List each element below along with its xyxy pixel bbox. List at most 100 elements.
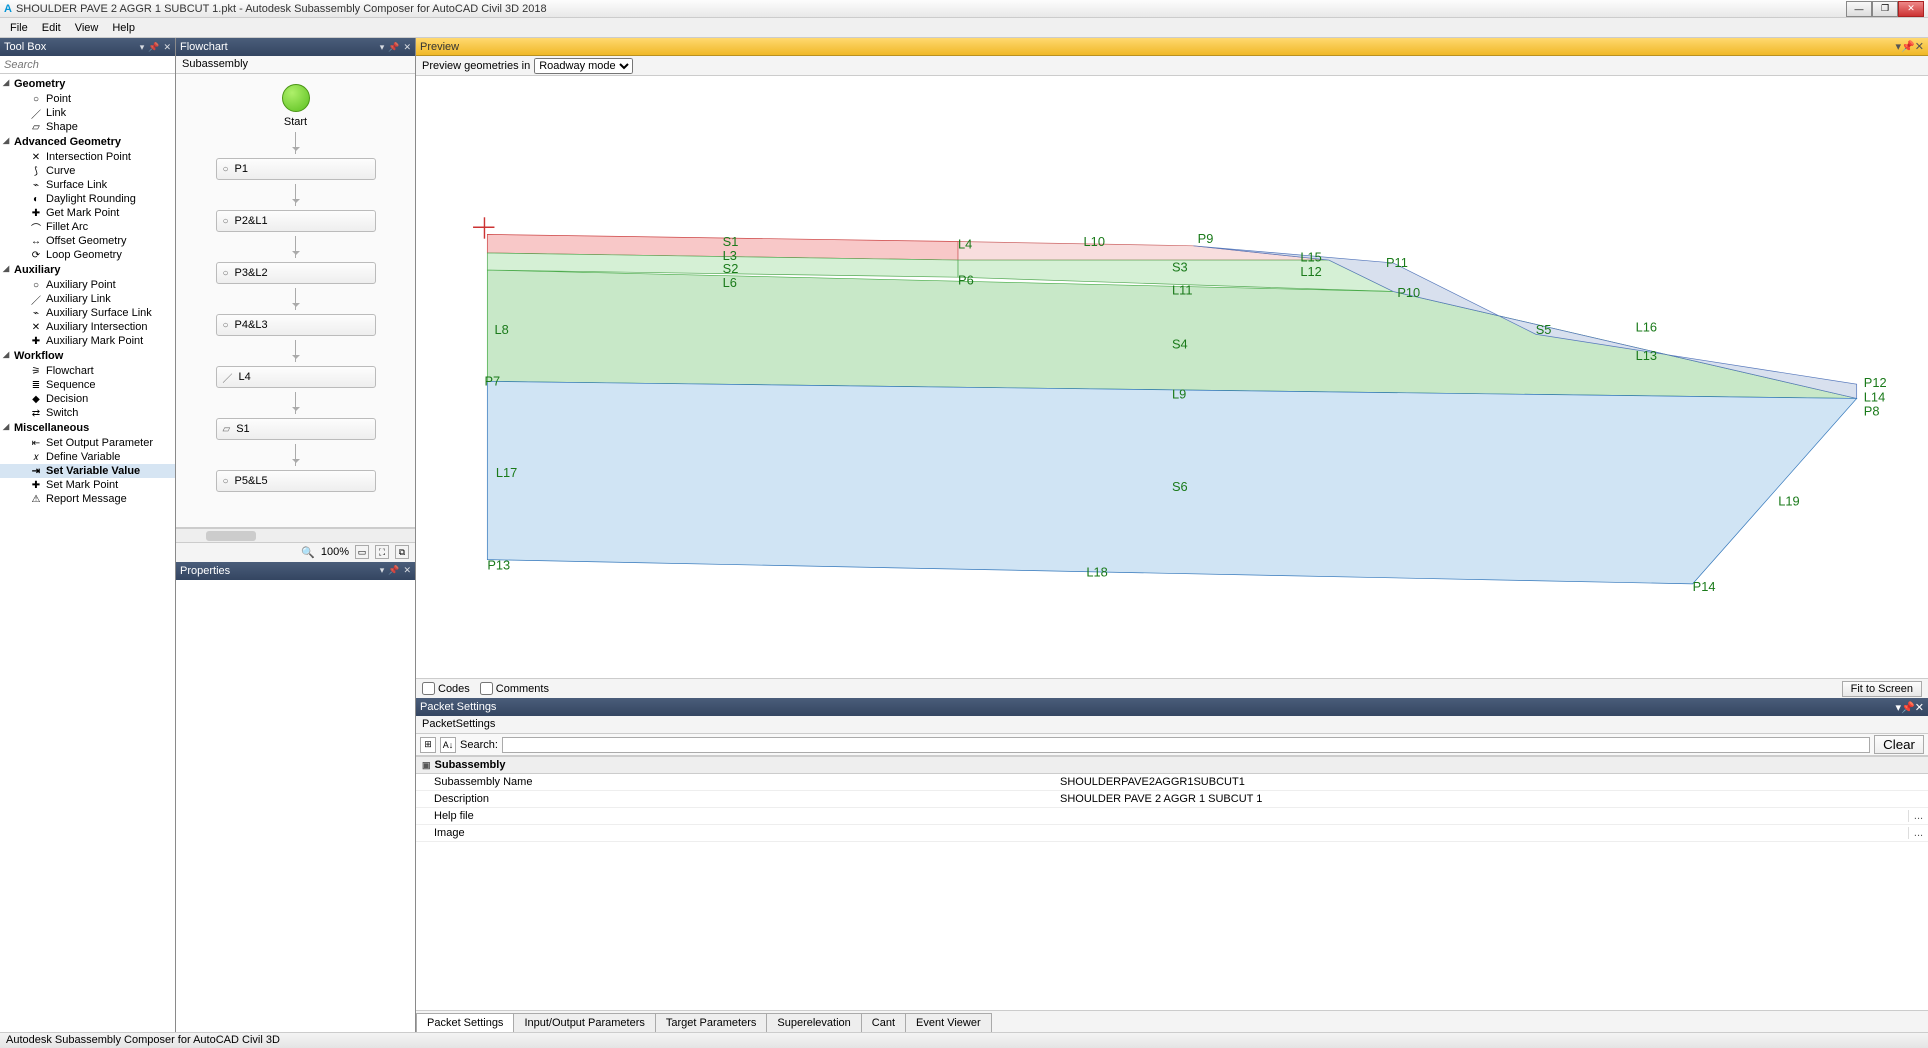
panel-pin-icon[interactable]: 📌 bbox=[148, 42, 159, 53]
toolbox-item[interactable]: ⌁Auxiliary Surface Link bbox=[0, 306, 175, 320]
flowchart-start-node[interactable] bbox=[282, 84, 310, 112]
pin-icon[interactable]: ▾ bbox=[140, 42, 145, 53]
flowchart-canvas[interactable]: Start ○P1○P2&L1○P3&L2○P4&L3／L4▱S1○P5&L5 bbox=[176, 74, 415, 528]
sort-icon[interactable]: A↓ bbox=[440, 737, 456, 753]
tool-label: Sequence bbox=[46, 379, 96, 391]
fit-to-screen-button[interactable]: Fit to Screen bbox=[1842, 681, 1922, 697]
toolbox-item[interactable]: ⟆Curve bbox=[0, 164, 175, 178]
zoom-expand-icon[interactable]: ⛶ bbox=[375, 545, 389, 559]
tab-input-output-parameters[interactable]: Input/Output Parameters bbox=[513, 1013, 655, 1032]
codes-checkbox[interactable]: Codes bbox=[422, 682, 470, 695]
toolbox-item[interactable]: ≣Sequence bbox=[0, 378, 175, 392]
svg-text:L8: L8 bbox=[494, 322, 508, 337]
toolbox-item[interactable]: ⟳Loop Geometry bbox=[0, 248, 175, 262]
toolbox-item[interactable]: ▱Shape bbox=[0, 120, 175, 134]
panel-pin-icon[interactable]: 📌 bbox=[388, 565, 399, 576]
tab-event-viewer[interactable]: Event Viewer bbox=[905, 1013, 992, 1032]
packet-value[interactable]: SHOULDER PAVE 2 AGGR 1 SUBCUT 1 bbox=[1056, 793, 1928, 805]
clear-button[interactable]: Clear bbox=[1874, 735, 1924, 754]
browse-button[interactable]: ... bbox=[1908, 827, 1928, 839]
panel-close-icon[interactable]: ✕ bbox=[1915, 702, 1924, 714]
zoom-collapse-icon[interactable]: ⧉ bbox=[395, 545, 409, 559]
packet-row[interactable]: DescriptionSHOULDER PAVE 2 AGGR 1 SUBCUT… bbox=[416, 791, 1928, 808]
flow-node[interactable]: ○P3&L2 bbox=[216, 262, 376, 284]
toolbox-item[interactable]: 𝑥Define Variable bbox=[0, 450, 175, 464]
toolbox-item[interactable]: ✚Get Mark Point bbox=[0, 206, 175, 220]
toolbox-item[interactable]: ／Link bbox=[0, 106, 175, 120]
flow-node[interactable]: ／L4 bbox=[216, 366, 376, 388]
panel-pin-icon[interactable]: 📌 bbox=[1901, 41, 1915, 53]
tab-packet-settings[interactable]: Packet Settings bbox=[416, 1013, 514, 1032]
categorize-icon[interactable]: ⊞ bbox=[420, 737, 436, 753]
maximize-button[interactable]: ❐ bbox=[1872, 1, 1898, 17]
flow-node[interactable]: ▱S1 bbox=[216, 418, 376, 440]
packet-row[interactable]: Subassembly NameSHOULDERPAVE2AGGR1SUBCUT… bbox=[416, 774, 1928, 791]
toolbox-item[interactable]: ⚠Report Message bbox=[0, 492, 175, 506]
toolbox-item[interactable]: ↔Offset Geometry bbox=[0, 234, 175, 248]
browse-button[interactable]: ... bbox=[1908, 810, 1928, 822]
packet-row[interactable]: Image... bbox=[416, 825, 1928, 842]
flowchart-hscroll[interactable] bbox=[176, 528, 415, 542]
menu-file[interactable]: File bbox=[4, 20, 34, 36]
preview-canvas[interactable]: S1 L3 S2 L6 L4 P6 L10 S3 P9 L15 L12 L11 … bbox=[416, 76, 1928, 678]
panel-pin-icon[interactable]: 📌 bbox=[388, 42, 399, 53]
toolbox-item[interactable]: ✚Auxiliary Mark Point bbox=[0, 334, 175, 348]
toolbox-item[interactable]: ⇤Set Output Parameter bbox=[0, 436, 175, 450]
flowchart-breadcrumb: Subassembly bbox=[176, 56, 415, 74]
toolbox-item[interactable]: ✕Auxiliary Intersection bbox=[0, 320, 175, 334]
zoom-fit-icon[interactable]: ▭ bbox=[355, 545, 369, 559]
pin-icon[interactable]: ▾ bbox=[380, 42, 385, 53]
toolbox-item[interactable]: ⌁Surface Link bbox=[0, 178, 175, 192]
minimize-button[interactable]: — bbox=[1846, 1, 1872, 17]
toolbox-group[interactable]: Workflow bbox=[0, 348, 175, 364]
preview-mode-select[interactable]: Roadway mode bbox=[534, 58, 633, 74]
menu-help[interactable]: Help bbox=[106, 20, 141, 36]
toolbox-item[interactable]: ⚞Flowchart bbox=[0, 364, 175, 378]
tab-cant[interactable]: Cant bbox=[861, 1013, 906, 1032]
svg-text:L12: L12 bbox=[1300, 264, 1321, 279]
tab-target-parameters[interactable]: Target Parameters bbox=[655, 1013, 767, 1032]
toolbox-item[interactable]: ◐Daylight Rounding bbox=[0, 192, 175, 206]
close-button[interactable]: ✕ bbox=[1898, 1, 1924, 17]
toolbox-item[interactable]: ✚Set Mark Point bbox=[0, 478, 175, 492]
toolbox-group[interactable]: Advanced Geometry bbox=[0, 134, 175, 150]
menu-edit[interactable]: Edit bbox=[36, 20, 67, 36]
svg-text:L4: L4 bbox=[958, 237, 972, 252]
toolbox-group[interactable]: Miscellaneous bbox=[0, 420, 175, 436]
flow-node[interactable]: ○P5&L5 bbox=[216, 470, 376, 492]
toolbox-group[interactable]: Geometry bbox=[0, 76, 175, 92]
packet-search-input[interactable] bbox=[502, 737, 1870, 753]
toolbox-item[interactable]: ✕Intersection Point bbox=[0, 150, 175, 164]
panel-close-icon[interactable]: ✕ bbox=[403, 42, 411, 53]
zoom-icon[interactable]: 🔍 bbox=[301, 546, 315, 559]
toolbox-item[interactable]: ⇄Switch bbox=[0, 406, 175, 420]
packet-group[interactable]: Subassembly bbox=[416, 756, 1928, 774]
panel-close-icon[interactable]: ✕ bbox=[163, 42, 171, 53]
packet-key: Help file bbox=[416, 810, 1056, 822]
toolbox-item[interactable]: ⇥Set Variable Value bbox=[0, 464, 175, 478]
flow-node[interactable]: ○P4&L3 bbox=[216, 314, 376, 336]
panel-close-icon[interactable]: ✕ bbox=[403, 565, 411, 576]
flow-node-icon: ○ bbox=[223, 268, 229, 279]
panel-close-icon[interactable]: ✕ bbox=[1915, 41, 1924, 53]
comments-checkbox[interactable]: Comments bbox=[480, 682, 549, 695]
packet-row[interactable]: Help file... bbox=[416, 808, 1928, 825]
toolbox-item[interactable]: ○Point bbox=[0, 92, 175, 106]
svg-text:P11: P11 bbox=[1386, 255, 1408, 270]
tab-superelevation[interactable]: Superelevation bbox=[766, 1013, 861, 1032]
flow-node-icon: ○ bbox=[223, 320, 229, 331]
toolbox-search-input[interactable] bbox=[0, 56, 175, 73]
toolbox-group[interactable]: Auxiliary bbox=[0, 262, 175, 278]
packet-value[interactable]: SHOULDERPAVE2AGGR1SUBCUT1 bbox=[1056, 776, 1928, 788]
toolbox-item[interactable]: ／Auxiliary Link bbox=[0, 292, 175, 306]
search-label: Search: bbox=[460, 739, 498, 751]
flow-node[interactable]: ○P1 bbox=[216, 158, 376, 180]
toolbox-item[interactable]: ○Auxiliary Point bbox=[0, 278, 175, 292]
flow-node[interactable]: ○P2&L1 bbox=[216, 210, 376, 232]
toolbox-item[interactable]: ⌒Fillet Arc bbox=[0, 220, 175, 234]
pin-icon[interactable]: ▾ bbox=[380, 565, 385, 576]
svg-text:L16: L16 bbox=[1636, 319, 1657, 334]
toolbox-item[interactable]: ◆Decision bbox=[0, 392, 175, 406]
panel-pin-icon[interactable]: 📌 bbox=[1901, 702, 1915, 714]
menu-view[interactable]: View bbox=[69, 20, 105, 36]
